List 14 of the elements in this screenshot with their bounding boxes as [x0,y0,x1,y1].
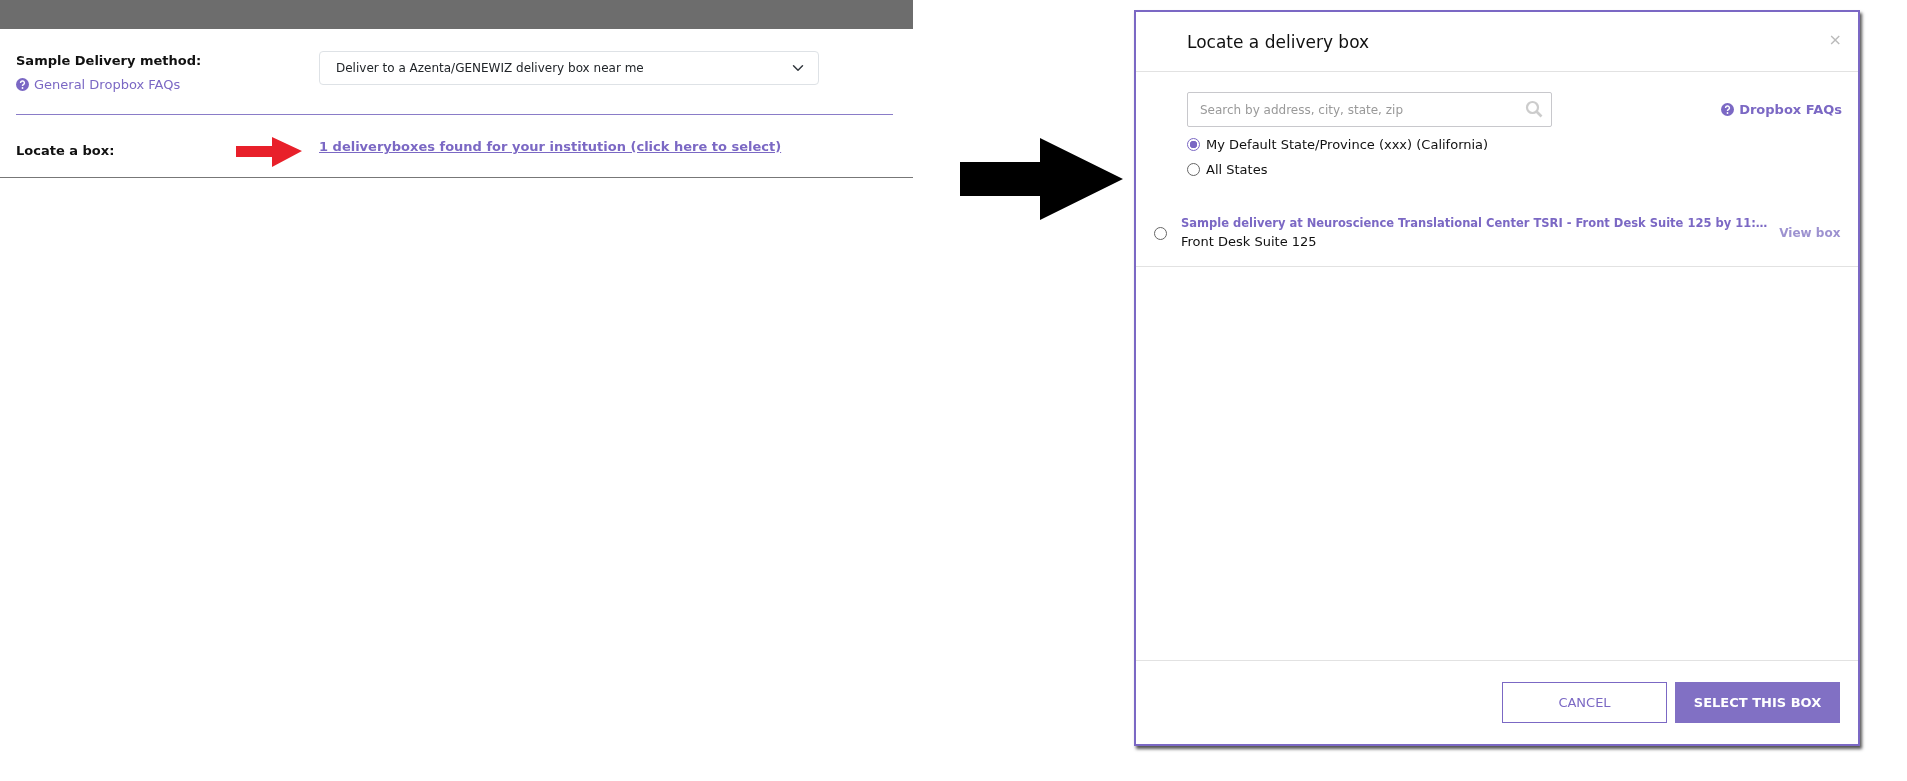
select-box-button[interactable]: SELECT THIS BOX [1675,682,1840,723]
faq-link[interactable]: General Dropbox FAQs [16,74,181,94]
scope-label: My Default State/Province (xxx) (California) [1206,135,1489,154]
box-title[interactable]: Sample delivery at Neuroscience Translational Center TSRI - Front Desk Suite 125 by 11:… [1181,215,1768,233]
modal-title: Locate a delivery box [1187,31,1370,54]
box-location: Front Desk Suite 125 [1181,233,1318,252]
delivery-method-label: Sample Delivery method: [16,52,203,70]
delivery-boxes-link[interactable]: 1 deliveryboxes found for your institution (click here to select) [319,137,782,157]
scope-label: All States [1206,160,1268,179]
delivery-method-select[interactable]: Deliver to a Azenta/GENEWIZ delivery box near me [319,51,819,85]
locate-label: Locate a box: [16,142,116,160]
faq-link[interactable]: Dropbox FAQs [1721,99,1842,120]
search-field[interactable]: Search by address, city, state, zip [1187,92,1552,127]
cancel-button[interactable]: CANCEL [1502,682,1667,723]
